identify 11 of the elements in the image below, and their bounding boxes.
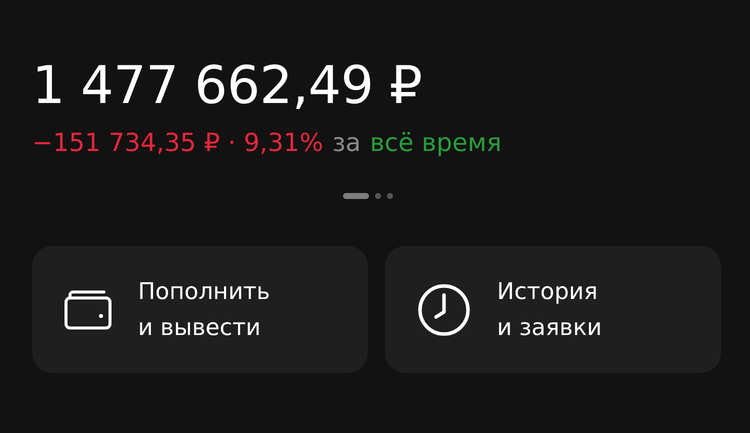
wallet-icon — [64, 290, 112, 330]
action-button[interactable]: История и заявки — [385, 246, 721, 373]
page-indicator[interactable] — [387, 193, 393, 199]
balance-change: −151 734,35 ₽ · 9,31% — [32, 127, 324, 159]
clock-icon — [417, 282, 471, 336]
action-button[interactable]: Пополнить и вывести — [32, 246, 368, 373]
page-indicator[interactable] — [375, 193, 381, 199]
period-selector[interactable]: всё время — [370, 126, 502, 160]
period-label: за — [332, 127, 361, 159]
balance-amount: 1 477 662,49 ₽ — [32, 55, 423, 118]
page-indicator[interactable] — [343, 193, 369, 199]
